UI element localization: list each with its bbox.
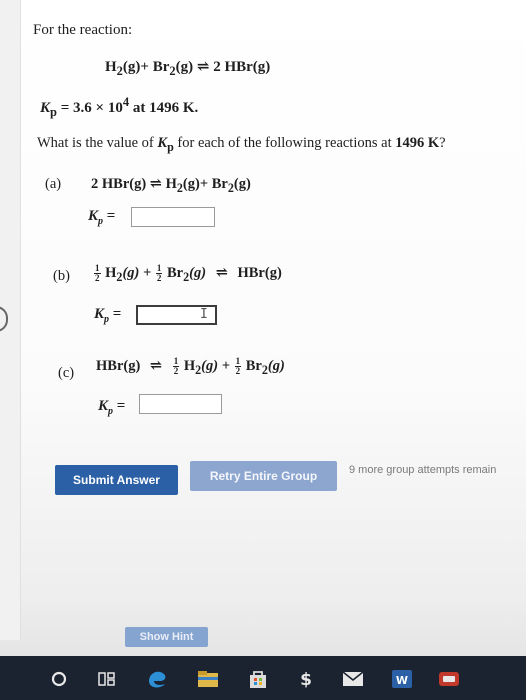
part-a-label: (a) <box>45 176 62 192</box>
half-fraction: 12 <box>94 263 101 284</box>
word-icon[interactable]: W <box>390 668 414 690</box>
part-a-equation: 2 HBr(g) ⇌ H2(g)+ Br2(g) <box>91 176 251 195</box>
part-b-equation: 12 H2(g) + 12 Br2(g) ⇌ HBr(g) <box>94 263 282 284</box>
edge-icon[interactable] <box>145 668 169 690</box>
equilibrium-arrow-icon: ⇌ <box>215 265 228 281</box>
question-intro: For the reaction: <box>33 22 133 38</box>
part-c-equation: HBr(g) ⇌ 12 H2(g) + 12 Br2(g) <box>96 356 285 377</box>
attempts-remaining-text: 9 more group attempts remain <box>349 464 497 476</box>
store-icon[interactable] <box>246 668 270 690</box>
equilibrium-arrow-icon: ⇌ <box>196 59 210 75</box>
question-prompt: What is the value of Kp for each of the … <box>37 135 446 154</box>
main-equation: H2(g)+ Br2(g) ⇌ 2 HBr(g) <box>105 59 271 78</box>
task-view-icon[interactable] <box>96 668 118 690</box>
part-b-kp-label: Kp = <box>94 306 122 325</box>
svg-text:W: W <box>396 674 408 687</box>
equilibrium-arrow-icon: ⇌ <box>149 358 163 374</box>
part-c-kp-input[interactable] <box>139 394 222 414</box>
cortana-circle-icon[interactable] <box>48 668 70 690</box>
retry-entire-group-button[interactable]: Retry Entire Group <box>190 461 337 491</box>
part-c-kp-label: Kp = <box>98 398 126 417</box>
half-fraction: 12 <box>172 356 180 377</box>
svg-text:$: $ <box>300 670 312 689</box>
screen: For the reaction: H2(g)+ Br2(g) ⇌ 2 HBr(… <box>0 0 526 700</box>
part-a-kp-label: Kp = <box>88 208 116 227</box>
part-c-label: (c) <box>58 365 75 381</box>
part-a-kp-input[interactable] <box>131 207 215 227</box>
media-app-icon[interactable] <box>437 668 461 690</box>
equilibrium-arrow-icon: ⇌ <box>149 176 162 192</box>
left-edge <box>0 0 21 640</box>
given-kp: Kp = 3.6 × 104 at 1496 K. <box>40 95 199 119</box>
part-b-label: (b) <box>53 268 70 284</box>
half-fraction: 12 <box>234 356 242 377</box>
show-hint-button[interactable]: Show Hint <box>125 627 208 647</box>
edge-notch <box>0 306 8 332</box>
file-explorer-icon[interactable] <box>196 668 220 690</box>
submit-answer-button[interactable]: Submit Answer <box>55 465 178 495</box>
dollar-app-icon[interactable]: $ <box>294 668 318 690</box>
mail-icon[interactable] <box>341 668 365 690</box>
text-cursor-icon: I <box>200 307 208 322</box>
half-fraction: 12 <box>155 263 163 284</box>
